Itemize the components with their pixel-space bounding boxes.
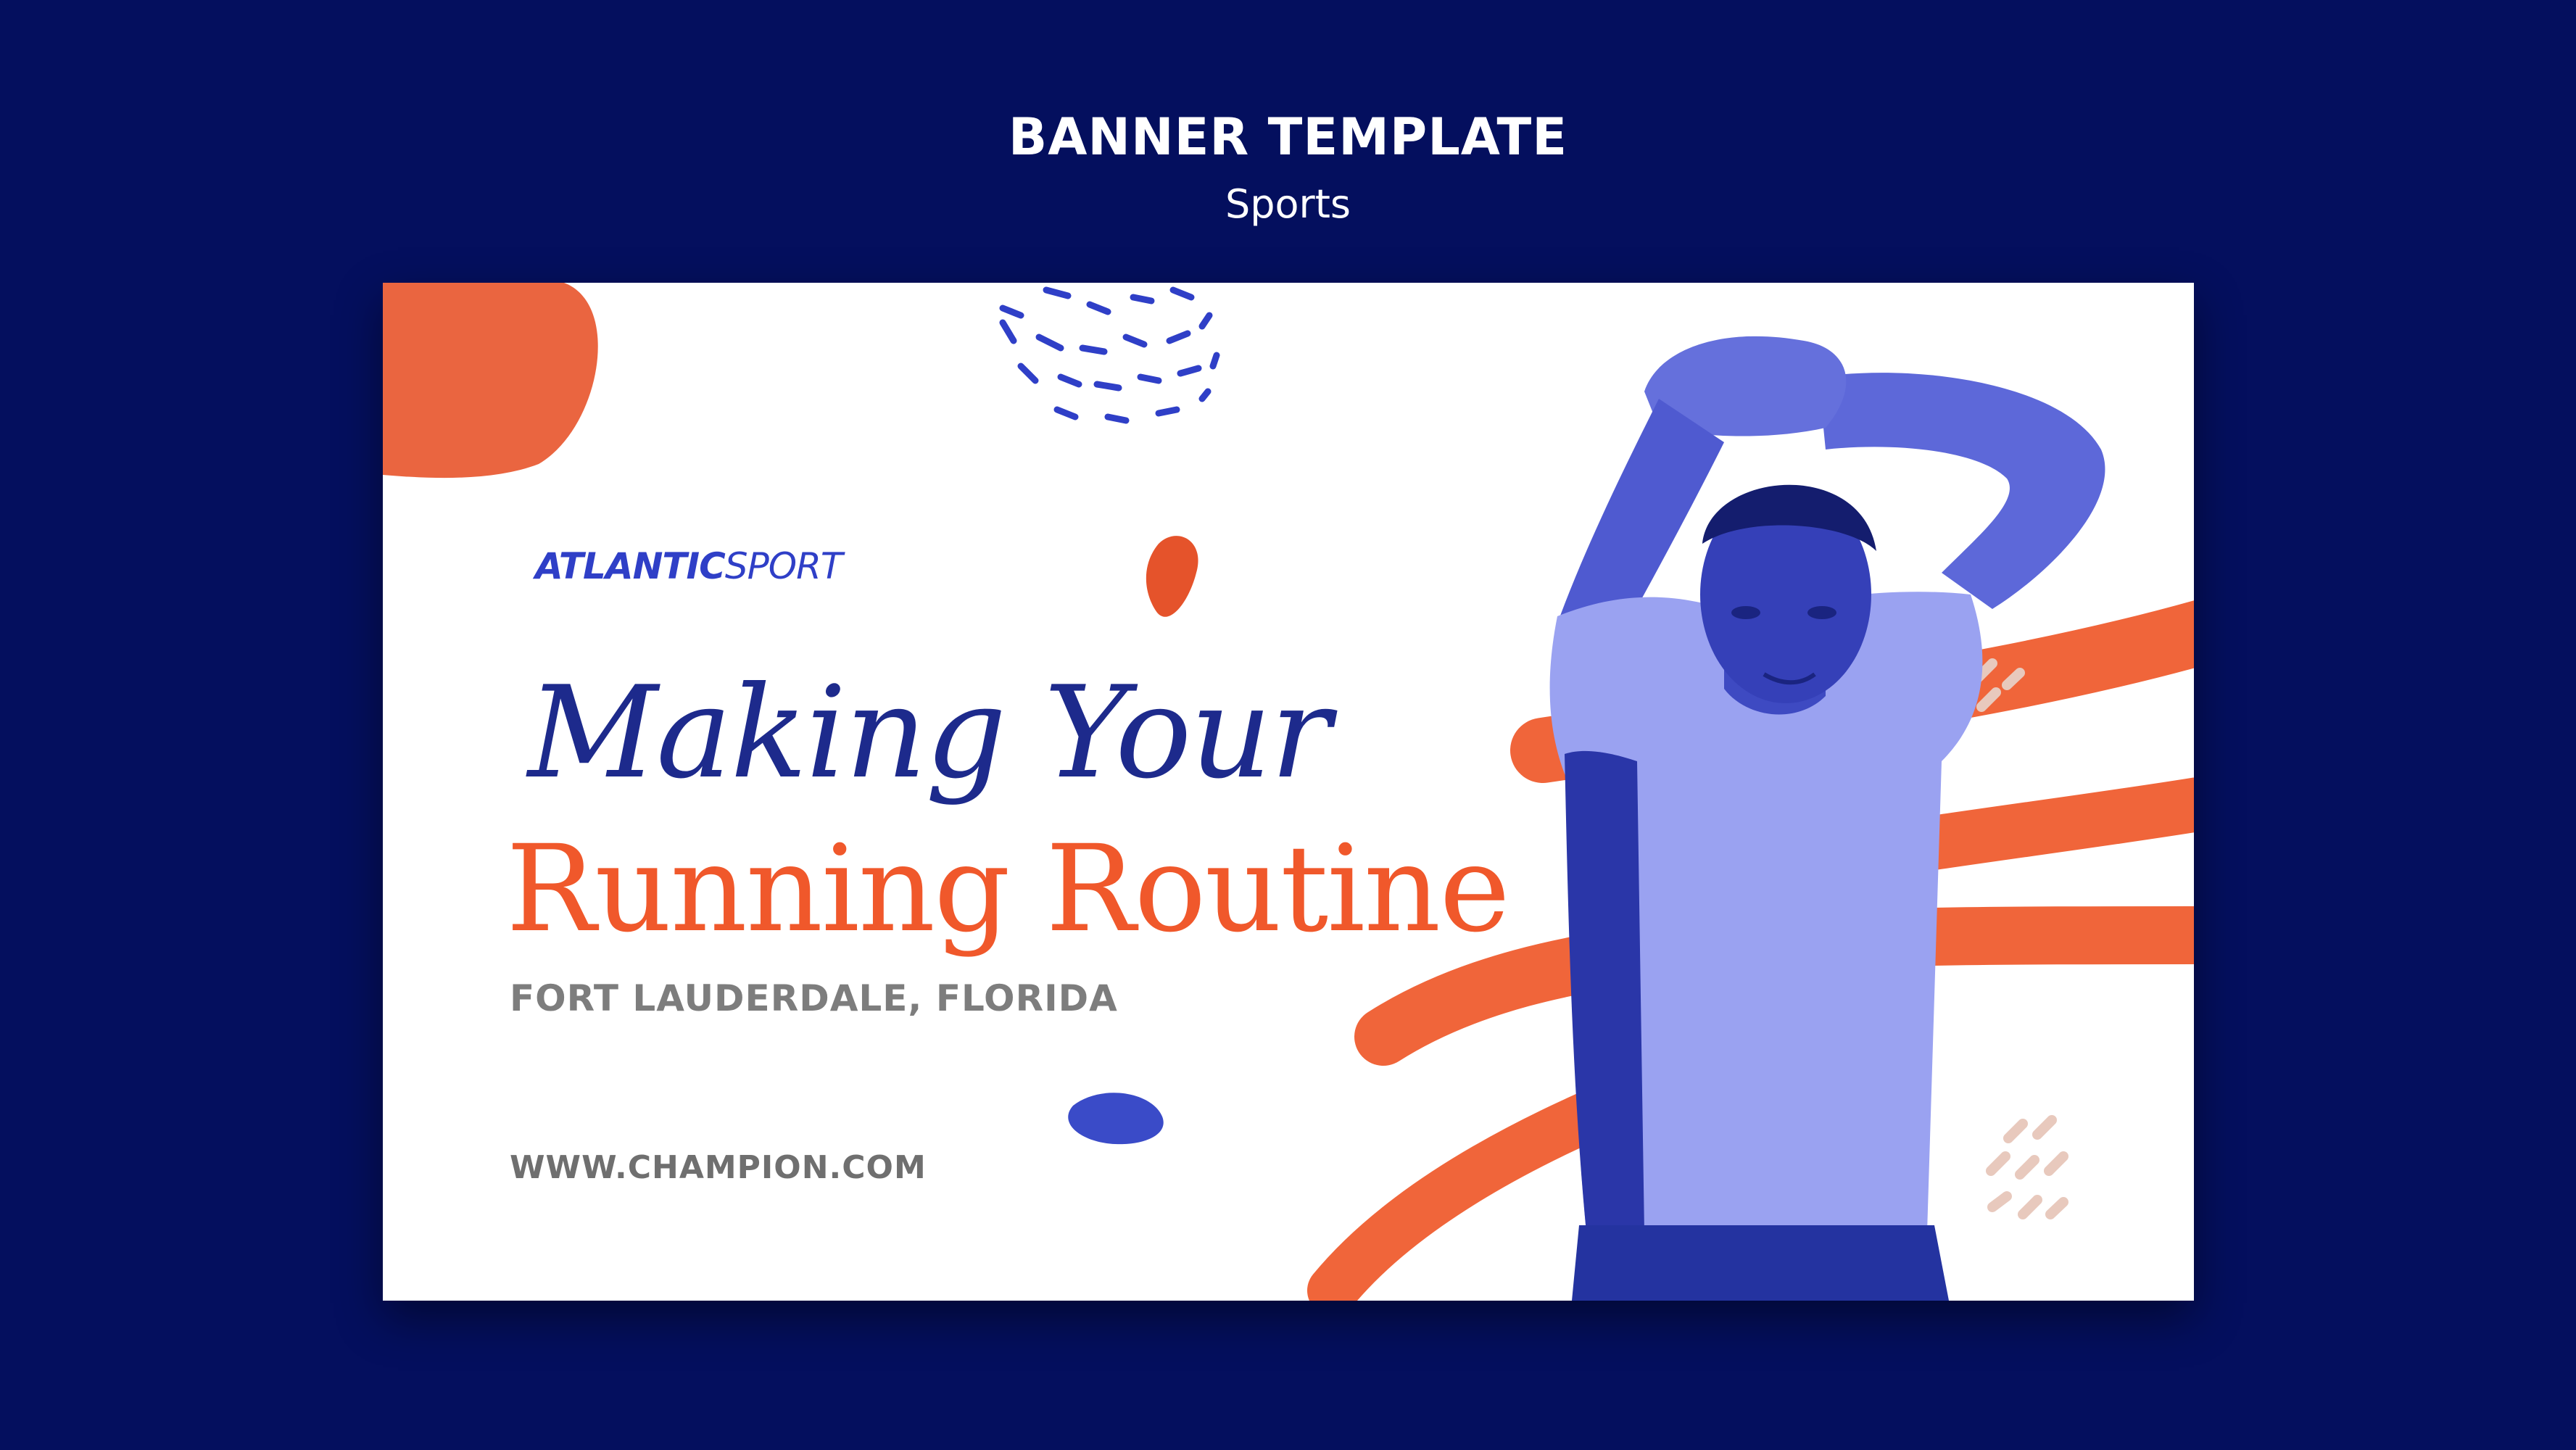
location-text: FORT LAUDERDALE, FLORIDA <box>510 977 1118 1019</box>
athlete-shorts <box>1572 1225 1949 1301</box>
brand-logo: ATLANTICSPORT <box>535 545 842 587</box>
banner-card: ATLANTICSPORT Making Your Running Routin… <box>383 283 2194 1301</box>
headline-line-2: Running Routine <box>506 819 1510 958</box>
headline-line-1: Making Your <box>528 660 1331 807</box>
website-link[interactable]: WWW.CHAMPION.COM <box>510 1149 927 1186</box>
athlete-shirt-panel <box>1565 750 1644 1232</box>
brand-logo-bold: ATLANTIC <box>535 545 726 587</box>
brand-logo-light: SPORT <box>724 545 843 587</box>
header-title: BANNER TEMPLATE <box>1008 107 1568 167</box>
header-subtitle: Sports <box>1225 181 1351 227</box>
